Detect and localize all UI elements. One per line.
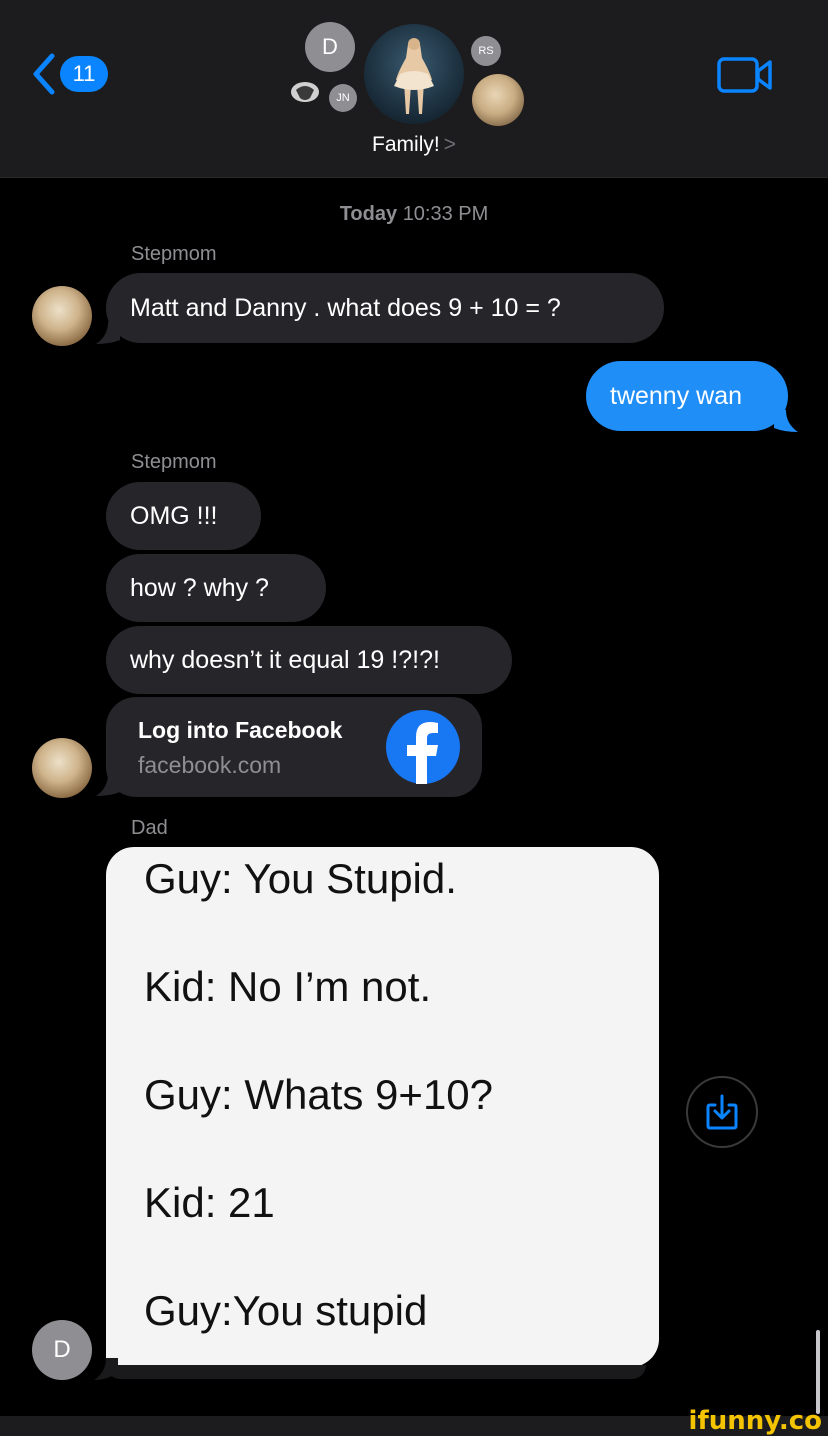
image-text-line: Kid: No I’m not. <box>144 963 432 1010</box>
group-member-avatar-d: D <box>305 22 355 72</box>
image-text-line: Guy:You stupid <box>144 1287 428 1334</box>
message-text: why doesn’t it equal 19 !?!?! <box>130 645 440 674</box>
image-text-line: Kid: 21 <box>144 1179 275 1226</box>
conversation-header: 11 D RS JN Family! > <box>0 0 828 178</box>
chevron-right-icon: > <box>443 133 456 156</box>
my-message-bubble[interactable]: twenny wan <box>586 361 788 431</box>
download-icon <box>706 1094 738 1130</box>
group-name-button[interactable]: Family! > <box>0 133 828 157</box>
stepmom-avatar <box>32 738 92 798</box>
save-image-button[interactable] <box>686 1076 758 1148</box>
photo-image <box>394 38 434 114</box>
unread-count-badge: 11 <box>60 56 108 92</box>
sender-name: Stepmom <box>131 451 217 473</box>
back-button[interactable]: 11 <box>30 52 108 96</box>
image-text-line: Guy: Whats 9+10? <box>144 1071 494 1118</box>
link-title: Log into Facebook <box>138 717 343 743</box>
message-bubble[interactable]: how ? why ? <box>106 554 326 622</box>
link-url: facebook.com <box>138 752 282 778</box>
group-member-avatar-dog <box>472 74 524 126</box>
bubble-tail <box>94 1358 118 1380</box>
image-bubble-edge <box>106 1365 646 1379</box>
message-bubble[interactable]: OMG !!! <box>106 482 261 550</box>
sender-name: Stepmom <box>131 243 217 265</box>
watermark: ifunny.co <box>688 1406 822 1436</box>
message-text: twenny wan <box>610 381 743 410</box>
link-preview-card[interactable]: Log into Facebook facebook.com <box>106 697 482 797</box>
video-call-icon[interactable] <box>716 56 774 94</box>
message-text: OMG !!! <box>130 501 218 530</box>
facebook-logo-icon <box>386 710 460 784</box>
dad-avatar: D <box>32 1320 92 1380</box>
message-bubble[interactable]: why doesn’t it equal 19 !?!?! <box>106 626 512 694</box>
image-attachment[interactable]: Guy: You Stupid. Kid: No I’m not. Guy: W… <box>106 847 659 1367</box>
message-text: how ? why ? <box>130 573 269 602</box>
message-bubble[interactable]: Matt and Danny . what does 9 + 10 = ? <box>106 273 664 343</box>
group-member-avatar-rs: RS <box>471 36 501 66</box>
sender-name: Dad <box>131 817 168 839</box>
image-text-line: Guy: You Stupid. <box>144 855 457 902</box>
group-member-avatar-jn: JN <box>329 84 357 112</box>
message-timestamp: Today 10:33 PM <box>339 203 489 225</box>
group-photo-avatar[interactable] <box>364 24 464 124</box>
scrollbar[interactable] <box>816 1330 820 1414</box>
chevron-left-icon <box>33 53 55 95</box>
stepmom-avatar <box>32 286 92 346</box>
message-text: Matt and Danny . what does 9 + 10 = ? <box>130 293 561 322</box>
group-member-avatar-photo <box>290 80 320 104</box>
group-name-label: Family! <box>372 133 440 156</box>
